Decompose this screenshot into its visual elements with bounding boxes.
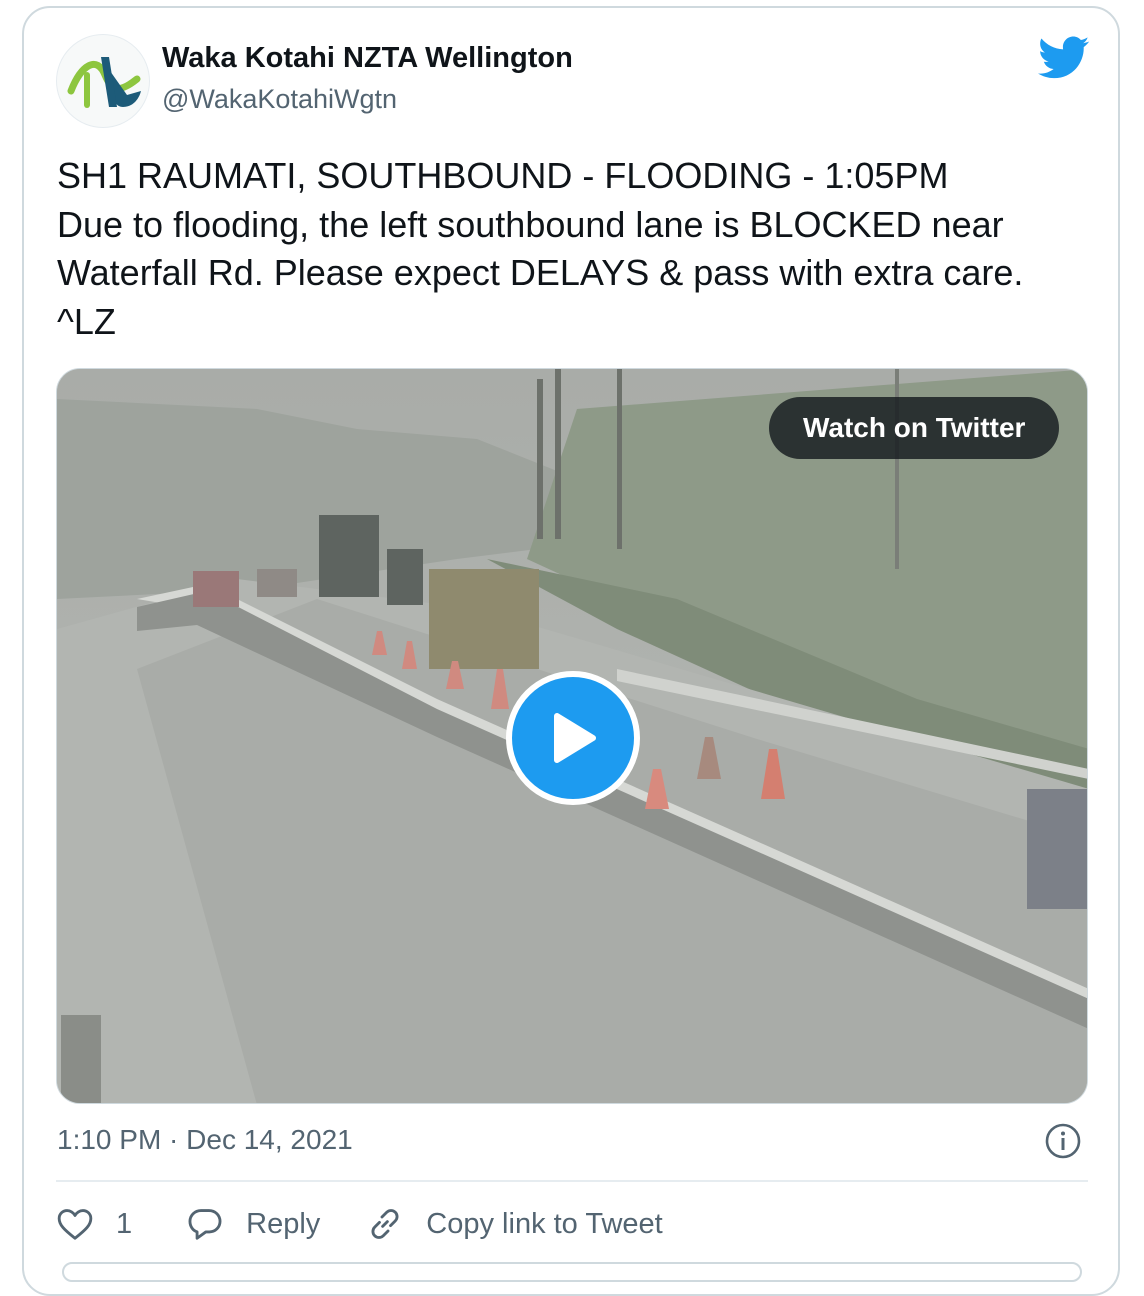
tweet-line: Waterfall Rd. Please expect DELAYS & pas… (57, 252, 1024, 293)
author-handle[interactable]: @WakaKotahiWgtn (162, 84, 397, 115)
author-display-name[interactable]: Waka Kotahi NZTA Wellington (162, 42, 573, 75)
like-count: 1 (116, 1207, 133, 1240)
divider (56, 1180, 1088, 1182)
tweet-line: SH1 RAUMATI, SOUTHBOUND - FLOODING - 1:0… (57, 155, 949, 196)
copy-link-label: Copy link to Tweet (426, 1207, 663, 1240)
like-button[interactable]: 1 (56, 1205, 132, 1243)
copy-link-button[interactable]: Copy link to Tweet (366, 1205, 663, 1243)
tweet-line: Due to flooding, the left southbound lan… (57, 203, 1004, 245)
watch-on-twitter-button[interactable]: Watch on Twitter (769, 397, 1060, 459)
play-icon (554, 713, 596, 763)
video-player[interactable]: Watch on Twitter (56, 368, 1088, 1104)
tweet-timestamp[interactable]: 1:10 PM · Dec 14, 2021 (57, 1124, 353, 1156)
tweet-line: ^LZ (57, 300, 116, 342)
tweet-text: SH1 RAUMATI, SOUTHBOUND - FLOODING - 1:0… (57, 152, 1107, 346)
reply-button[interactable]: Reply (186, 1205, 320, 1243)
link-icon (371, 1209, 399, 1239)
read-replies-button-edge[interactable] (62, 1262, 1082, 1282)
heart-icon (57, 1209, 93, 1240)
avatar[interactable] (56, 34, 150, 128)
play-button[interactable] (506, 671, 640, 805)
info-icon[interactable] (1044, 1122, 1082, 1160)
tweet-actions: 1 Reply Copy link to Tweet (56, 1196, 663, 1252)
reply-bubble-icon (188, 1209, 222, 1240)
twitter-bird-icon[interactable] (1038, 36, 1090, 80)
waka-kotahi-logo-icon (67, 57, 141, 108)
reply-label: Reply (246, 1207, 321, 1240)
